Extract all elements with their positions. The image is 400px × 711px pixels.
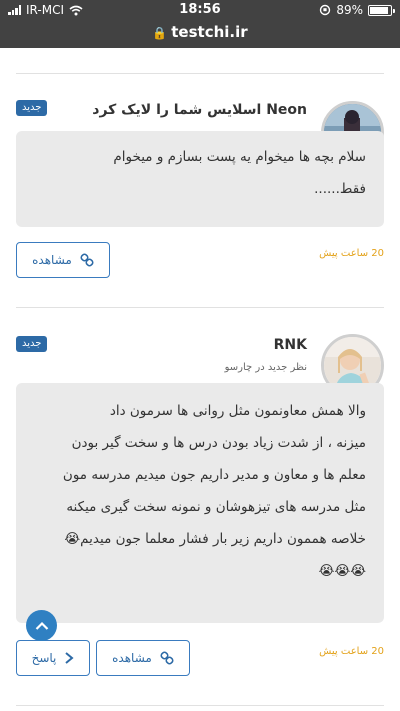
url-text: testchi.ir (171, 23, 248, 41)
view-label: مشاهده (32, 253, 72, 267)
link-icon (160, 651, 174, 665)
notification-subtitle: نظر جدید در چارسو (224, 362, 307, 373)
orientation-lock-icon (320, 4, 331, 16)
body-line: والا همش معاونمون مثل روانی ها سرمون داد (109, 403, 366, 419)
battery-percent: 89% (336, 3, 363, 17)
link-icon (80, 253, 94, 267)
chevron-up-icon (35, 621, 48, 630)
view-label: مشاهده (112, 651, 152, 665)
body-line: سلام بچه ها میخوام یه پست بسازم و میخوام (113, 149, 366, 165)
scroll-top-button[interactable] (26, 610, 57, 641)
notification-body: والا همش معاونمون مثل روانی ها سرمون داد… (16, 383, 384, 623)
view-button[interactable]: مشاهده (96, 640, 190, 676)
divider (16, 73, 384, 74)
reply-button[interactable]: پاسخ (16, 640, 90, 676)
timestamp: 20 ساعت پیش (319, 646, 384, 657)
body-line: 😭😭😭 (318, 563, 366, 579)
timestamp: 20 ساعت پیش (319, 248, 384, 259)
lock-icon: 🔒 (152, 26, 168, 40)
reply-label: پاسخ (31, 651, 57, 665)
notification-title[interactable]: RNK (274, 337, 307, 353)
divider (16, 307, 384, 308)
body-line: مثل مدرسه های تیزهوشان و نمونه سخت گیری … (66, 499, 366, 515)
body-line: معلم ها و معاون و مدیر داریم جون میدیم م… (62, 467, 366, 483)
notification-body: سلام بچه ها میخوام یه پست بسازم و میخوام… (16, 131, 384, 227)
view-button[interactable]: مشاهده (16, 242, 110, 278)
body-line: میزنه ، از شدت زیاد بودن درس ها و سخت گی… (71, 435, 366, 451)
notification-title[interactable]: Neon اسلایس شما را لایک کرد (92, 102, 307, 118)
divider (16, 705, 384, 706)
battery-icon (368, 4, 395, 16)
chevron-right-icon (65, 652, 74, 664)
battery-info: 89% (319, 3, 395, 17)
new-badge: جدید (16, 336, 48, 352)
address-bar[interactable]: 🔒 testchi.ir (0, 23, 400, 41)
body-line: خلاصه هممون داریم زیر بار فشار معلما جون… (64, 531, 366, 547)
new-badge: جدید (16, 100, 48, 116)
status-bar: IR-MCI 18:56 89% 🔒 testchi.ir (0, 0, 400, 48)
body-line: فقط...... (314, 181, 366, 197)
